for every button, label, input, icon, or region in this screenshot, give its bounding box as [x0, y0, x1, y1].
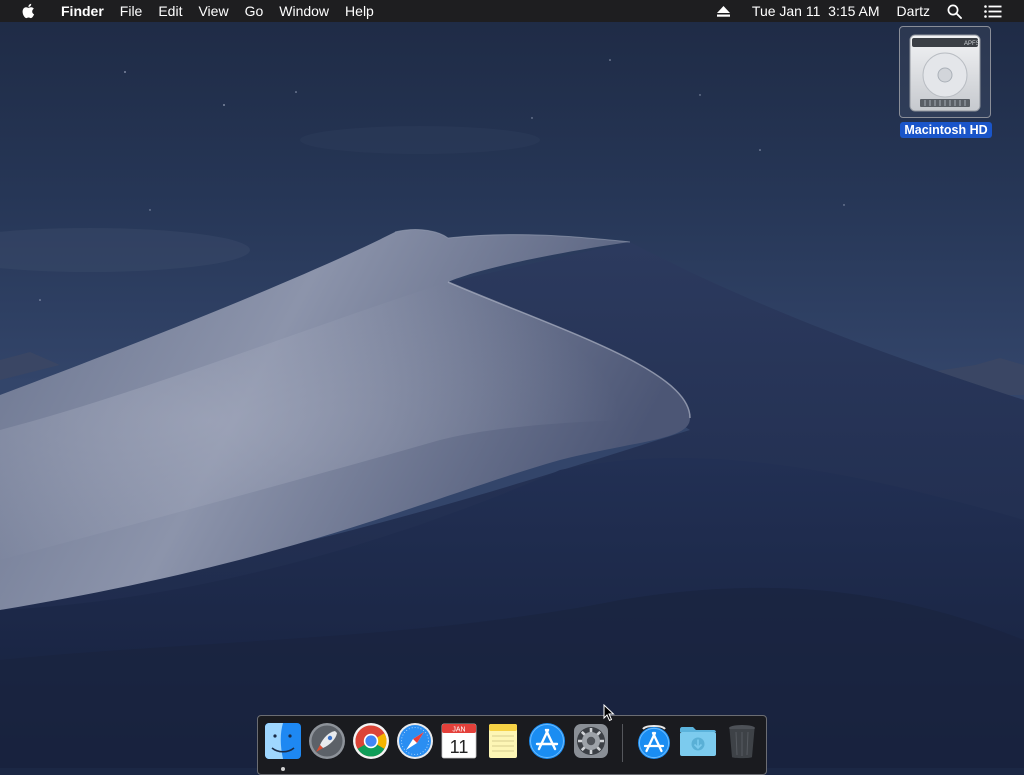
notification-center-icon[interactable] [970, 0, 1024, 22]
svg-text:11: 11 [450, 737, 469, 757]
eject-icon[interactable] [709, 0, 744, 22]
menu-file[interactable]: File [112, 0, 151, 22]
menu-go[interactable]: Go [237, 0, 272, 22]
svg-text:APFS: APFS [964, 41, 980, 47]
menu-view[interactable]: View [190, 0, 236, 22]
calendar-icon: JAN 11 [441, 723, 477, 759]
dock-item-chrome[interactable] [351, 721, 391, 761]
dock-item-finder[interactable] [263, 721, 303, 771]
downloads-folder-icon [680, 727, 716, 756]
apple-logo-icon[interactable] [15, 3, 41, 19]
hard-drive-icon[interactable]: APFS [899, 26, 991, 118]
finder-icon [265, 723, 301, 759]
menu-window[interactable]: Window [271, 0, 337, 22]
dock-item-trash[interactable] [722, 721, 762, 761]
desktop-icon-label[interactable]: Macintosh HD [900, 122, 992, 138]
dock: JAN 11 [257, 715, 767, 775]
menu-edit[interactable]: Edit [150, 0, 190, 22]
svg-text:JAN: JAN [452, 727, 465, 734]
applications-stack-icon [638, 725, 670, 759]
dock-item-downloads[interactable] [678, 721, 718, 761]
chrome-icon [353, 723, 389, 759]
trash-icon [729, 725, 755, 759]
spotlight-search-icon[interactable] [939, 0, 970, 22]
notes-icon [489, 724, 517, 758]
mouse-cursor-icon [603, 703, 615, 727]
dock-item-calendar[interactable]: JAN 11 [439, 721, 479, 761]
safari-icon [397, 723, 433, 759]
desktop-wallpaper [0, 0, 1024, 768]
dock-item-system-preferences[interactable] [571, 721, 611, 761]
dock-item-safari[interactable] [395, 721, 435, 761]
app-store-icon [529, 723, 565, 759]
launchpad-icon [309, 723, 345, 759]
dock-item-app-store[interactable] [527, 721, 567, 761]
dock-item-applications-stack[interactable] [634, 721, 674, 761]
desktop-icon-macintosh-hd[interactable]: APFS Macintosh HD [897, 26, 995, 138]
menu-clock[interactable]: Tue Jan 11 3:15 AM [744, 0, 888, 22]
system-preferences-icon [574, 724, 608, 758]
menu-user-name[interactable]: Dartz [888, 0, 939, 22]
menu-app-finder[interactable]: Finder [53, 0, 112, 22]
menu-bar: Finder File Edit View Go Window Help Tue… [0, 0, 1024, 22]
menu-help[interactable]: Help [337, 0, 382, 22]
dock-item-launchpad[interactable] [307, 721, 347, 761]
dock-separator [622, 724, 623, 762]
dock-item-notes[interactable] [483, 721, 523, 761]
